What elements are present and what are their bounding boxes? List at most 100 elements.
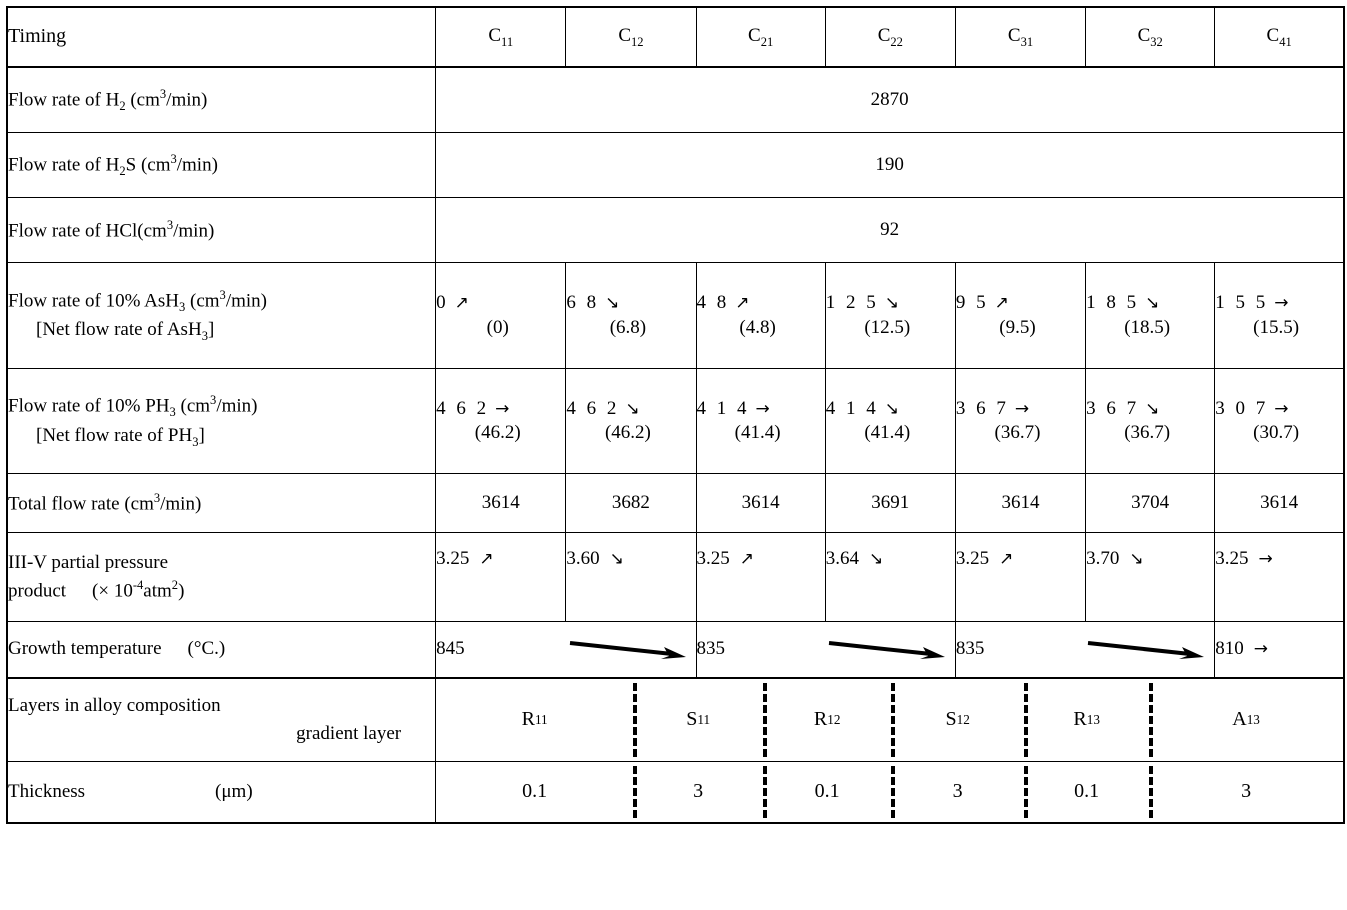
column-header-c22: C22 (824, 6, 956, 68)
row-growth-temperature: Growth temperature (°C.) 845 835 835 810… (6, 621, 1345, 679)
long-arrow-icon (1088, 640, 1205, 659)
header-timing-label: Timing (6, 6, 437, 68)
value-ph3-c12: 4 6 2 ↘ (46.2) (565, 368, 697, 474)
trend-arrow-icon: → (1274, 398, 1289, 419)
column-header-c32: C32 (1085, 6, 1216, 68)
row-flow-rate-ash3: Flow rate of 10% AsH3 (cm3/min) [Net flo… (6, 262, 1345, 369)
trend-arrow-icon: ↗ (479, 549, 494, 569)
long-arrow-icon (828, 640, 945, 659)
process-conditions-table: Timing C11 C12 C21 C22 C31 C32 C41 Flow … (6, 6, 1345, 824)
value-total-c31: 3614 (954, 473, 1087, 533)
label-growth-temperature: Growth temperature (°C.) (6, 621, 437, 679)
value-growth-temp-group2: 835 (695, 621, 956, 679)
column-header-c11: C11 (435, 6, 567, 68)
row-partial-pressure: III-V partial pressure product (× 10-4atm… (6, 532, 1345, 622)
value-flow-rate-h2: 2870 (435, 66, 1345, 133)
value-total-c21: 3614 (695, 473, 826, 533)
label-flow-rate-ph3: Flow rate of 10% PH3 (cm3/min) [Net flow… (6, 368, 437, 474)
trend-arrow-icon: ↘ (868, 549, 884, 569)
value-ash3-c41: 1 5 5 → (15.5) (1214, 262, 1345, 369)
thickness-cell-4: 3 (952, 780, 963, 803)
trend-arrow-icon: ↘ (625, 398, 640, 419)
value-ash3-c31: 9 5 ↗ (9.5) (954, 262, 1087, 369)
value-thickness-group: 0.1 3 0.1 3 0.1 3 (435, 761, 1345, 824)
layer-cell-r11: R 11 (521, 708, 548, 731)
thickness-cell-2: 3 (693, 780, 704, 803)
value-pp-c41: 3.25 → (1214, 532, 1345, 622)
value-flow-rate-h2s: 190 (435, 132, 1345, 198)
value-ash3-c21: 4 8 ↗ (4.8) (695, 262, 826, 369)
value-pp-c12: 3.60 ↘ (565, 532, 697, 622)
value-total-c32: 3704 (1085, 473, 1216, 533)
timing-text: Timing (8, 25, 67, 48)
value-pp-c21: 3.25 ↗ (695, 532, 826, 622)
row-flow-rate-ph3: Flow rate of 10% PH3 (cm3/min) [Net flow… (6, 368, 1345, 474)
trend-arrow-icon: ↗ (739, 549, 755, 569)
value-alloy-layers-group: R 11 S 11 R 12 S 12 R 13 A 13 (435, 677, 1345, 762)
value-ph3-c21: 4 1 4 → (41.4) (695, 368, 826, 474)
trend-arrow-icon: ↗ (735, 293, 750, 314)
value-pp-c31: 3.25 ↗ (954, 532, 1087, 622)
value-total-c41: 3614 (1214, 473, 1345, 533)
table-header-row: Timing C11 C12 C21 C22 C31 C32 C41 (6, 6, 1345, 68)
row-thickness: Thickness (μm) 0.1 3 0.1 3 0.1 3 (6, 761, 1345, 824)
trend-arrow-icon: ↘ (605, 293, 620, 314)
row-alloy-layers: Layers in alloy composition gradient lay… (6, 677, 1345, 762)
table-sheet: Timing C11 C12 C21 C22 C31 C32 C41 Flow … (0, 6, 1347, 910)
value-ph3-c31: 3 6 7 → (36.7) (954, 368, 1087, 474)
trend-arrow-icon: → (1014, 398, 1030, 419)
trend-arrow-icon: ↘ (609, 549, 624, 569)
trend-arrow-icon: ↘ (1145, 293, 1160, 314)
row-flow-rate-hcl: Flow rate of HCl(cm3/min) 92 (6, 197, 1345, 263)
layer-cell-a13: A 13 (1232, 708, 1260, 731)
value-total-c12: 3682 (565, 473, 697, 533)
value-growth-temp-group3: 835 (954, 621, 1216, 679)
label-total-flow-rate: Total flow rate (cm3/min) (6, 473, 437, 533)
trend-arrow-icon: → (1253, 639, 1269, 660)
thickness-cell-3: 0.1 (814, 780, 840, 803)
value-flow-rate-hcl: 92 (435, 197, 1345, 263)
layer-cell-r12: R 12 (813, 708, 841, 731)
value-ph3-c11: 4 6 2 → (46.2) (435, 368, 567, 474)
column-header-c31: C31 (954, 6, 1087, 68)
value-ph3-c22: 4 1 4 ↘ (41.4) (824, 368, 956, 474)
trend-arrow-icon: ↘ (1145, 398, 1160, 419)
column-header-c21: C21 (695, 6, 826, 68)
value-growth-temp-c41: 810 → (1214, 621, 1345, 679)
value-pp-c32: 3.70 ↘ (1085, 532, 1216, 622)
trend-arrow-icon: ↘ (884, 398, 899, 419)
label-net-flow-ph3: [Net flow rate of PH3] (36, 424, 205, 449)
long-arrow-icon (569, 640, 686, 659)
label-flow-rate-ash3: Flow rate of 10% AsH3 (cm3/min) [Net flo… (6, 262, 437, 369)
thickness-cell-5: 0.1 (1074, 780, 1100, 803)
thickness-cell-1: 0.1 (522, 780, 548, 803)
thickness-cell-6: 3 (1241, 780, 1252, 803)
trend-arrow-icon: → (755, 398, 770, 419)
value-growth-temp-group1: 845 (435, 621, 697, 679)
value-pp-c22: 3.64 ↘ (824, 532, 956, 622)
label-net-flow-ash3: [Net flow rate of AsH3] (36, 319, 215, 343)
trend-arrow-icon: → (1258, 549, 1273, 569)
trend-arrow-icon: ↗ (994, 293, 1009, 314)
value-total-c22: 3691 (824, 473, 956, 533)
label-flow-rate-hcl: Flow rate of HCl(cm3/min) (6, 197, 437, 263)
column-header-c12: C12 (565, 6, 697, 68)
trend-arrow-icon: ↘ (1129, 549, 1144, 569)
label-alloy-layers: Layers in alloy composition gradient lay… (6, 677, 437, 762)
column-header-c41: C41 (1214, 6, 1345, 68)
row-flow-rate-h2: Flow rate of H2 (cm3/min) 2870 (6, 66, 1345, 133)
label-flow-rate-h2: Flow rate of H2 (cm3/min) (6, 66, 437, 133)
layer-cell-s12: S 12 (945, 708, 970, 731)
value-ph3-c41: 3 0 7 → (30.7) (1214, 368, 1345, 474)
label-partial-pressure-units: product (× 10-4atm2) (8, 578, 185, 602)
trend-arrow-icon: ↗ (454, 293, 469, 314)
trend-arrow-icon: → (495, 398, 510, 419)
value-ash3-c12: 6 8 ↘ (6.8) (565, 262, 697, 369)
trend-arrow-icon: → (1274, 293, 1289, 314)
label-partial-pressure: III-V partial pressure product (× 10-4atm… (6, 532, 437, 622)
label-flow-rate-h2s: Flow rate of H2S (cm3/min) (6, 132, 437, 198)
label-thickness: Thickness (μm) (6, 761, 437, 824)
value-ash3-c32: 1 8 5 ↘ (18.5) (1085, 262, 1216, 369)
layer-cell-s11: S 11 (686, 708, 711, 731)
trend-arrow-icon: ↗ (999, 549, 1014, 569)
